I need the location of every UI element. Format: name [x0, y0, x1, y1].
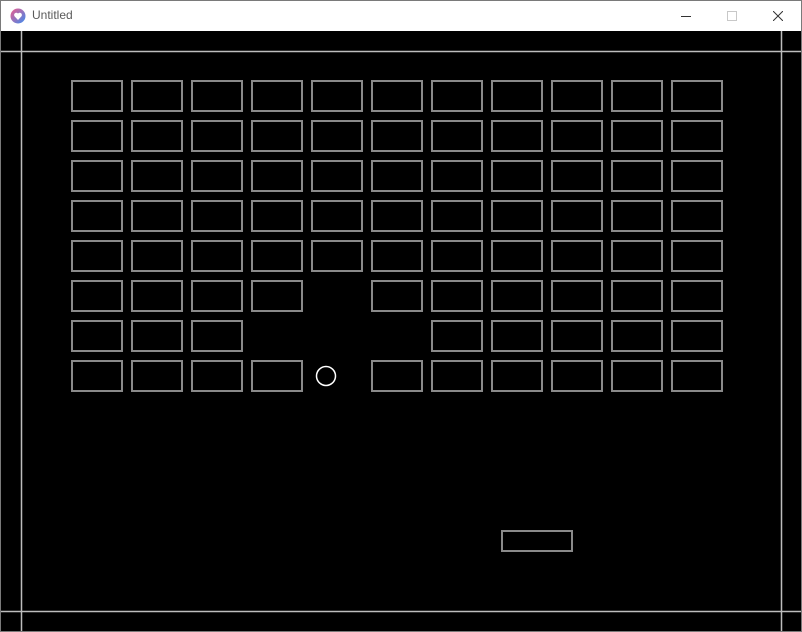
brick [191, 200, 243, 232]
brick [191, 360, 243, 392]
brick [491, 320, 543, 352]
brick [431, 120, 483, 152]
brick-grid [71, 80, 723, 392]
brick [191, 120, 243, 152]
brick [311, 120, 363, 152]
brick [71, 280, 123, 312]
brick [131, 160, 183, 192]
brick [131, 120, 183, 152]
brick [251, 160, 303, 192]
brick [311, 160, 363, 192]
brick [431, 360, 483, 392]
brick [611, 320, 663, 352]
brick [551, 160, 603, 192]
brick [431, 80, 483, 112]
brick [611, 120, 663, 152]
brick [131, 360, 183, 392]
title-bar[interactable]: Untitled [1, 1, 801, 31]
brick [431, 200, 483, 232]
brick [371, 160, 423, 192]
brick [71, 360, 123, 392]
brick [491, 120, 543, 152]
brick [371, 280, 423, 312]
brick [251, 120, 303, 152]
brick [251, 240, 303, 272]
brick [551, 120, 603, 152]
ball [315, 365, 337, 387]
brick [551, 80, 603, 112]
brick [251, 360, 303, 392]
brick [671, 320, 723, 352]
brick [671, 120, 723, 152]
brick [671, 240, 723, 272]
brick [191, 80, 243, 112]
minimize-button[interactable] [663, 1, 709, 31]
brick [131, 80, 183, 112]
brick [251, 80, 303, 112]
minimize-icon [681, 16, 691, 17]
maximize-icon [727, 11, 737, 21]
brick [311, 200, 363, 232]
brick [611, 160, 663, 192]
close-button[interactable] [755, 1, 801, 31]
window-title: Untitled [32, 8, 73, 22]
brick [551, 240, 603, 272]
brick [371, 80, 423, 112]
brick [491, 360, 543, 392]
brick [71, 200, 123, 232]
paddle[interactable] [501, 530, 573, 552]
brick [491, 160, 543, 192]
brick [611, 80, 663, 112]
brick [491, 200, 543, 232]
brick [671, 160, 723, 192]
game-canvas[interactable] [1, 31, 801, 631]
close-icon [773, 11, 783, 21]
brick [71, 160, 123, 192]
brick [311, 80, 363, 112]
brick [671, 80, 723, 112]
brick [191, 320, 243, 352]
brick [611, 240, 663, 272]
brick [551, 360, 603, 392]
maximize-button[interactable] [709, 1, 755, 31]
brick [371, 360, 423, 392]
app-window: Untitled [0, 0, 802, 632]
brick [251, 200, 303, 232]
brick [131, 200, 183, 232]
brick [671, 280, 723, 312]
app-heart-icon [10, 8, 26, 24]
brick [611, 360, 663, 392]
game-board [1, 31, 801, 631]
brick [671, 360, 723, 392]
brick [551, 320, 603, 352]
brick [551, 280, 603, 312]
brick [611, 200, 663, 232]
brick [551, 200, 603, 232]
brick [191, 160, 243, 192]
brick [371, 200, 423, 232]
brick [491, 280, 543, 312]
brick [71, 120, 123, 152]
brick [491, 80, 543, 112]
brick [371, 120, 423, 152]
brick [431, 160, 483, 192]
brick [311, 240, 363, 272]
brick [671, 200, 723, 232]
brick [611, 280, 663, 312]
brick [191, 280, 243, 312]
brick [431, 320, 483, 352]
brick [431, 280, 483, 312]
brick [371, 240, 423, 272]
brick [71, 240, 123, 272]
brick [131, 280, 183, 312]
brick [491, 240, 543, 272]
brick [71, 80, 123, 112]
brick [191, 240, 243, 272]
brick [131, 240, 183, 272]
brick [251, 280, 303, 312]
brick [71, 320, 123, 352]
brick [431, 240, 483, 272]
brick [131, 320, 183, 352]
